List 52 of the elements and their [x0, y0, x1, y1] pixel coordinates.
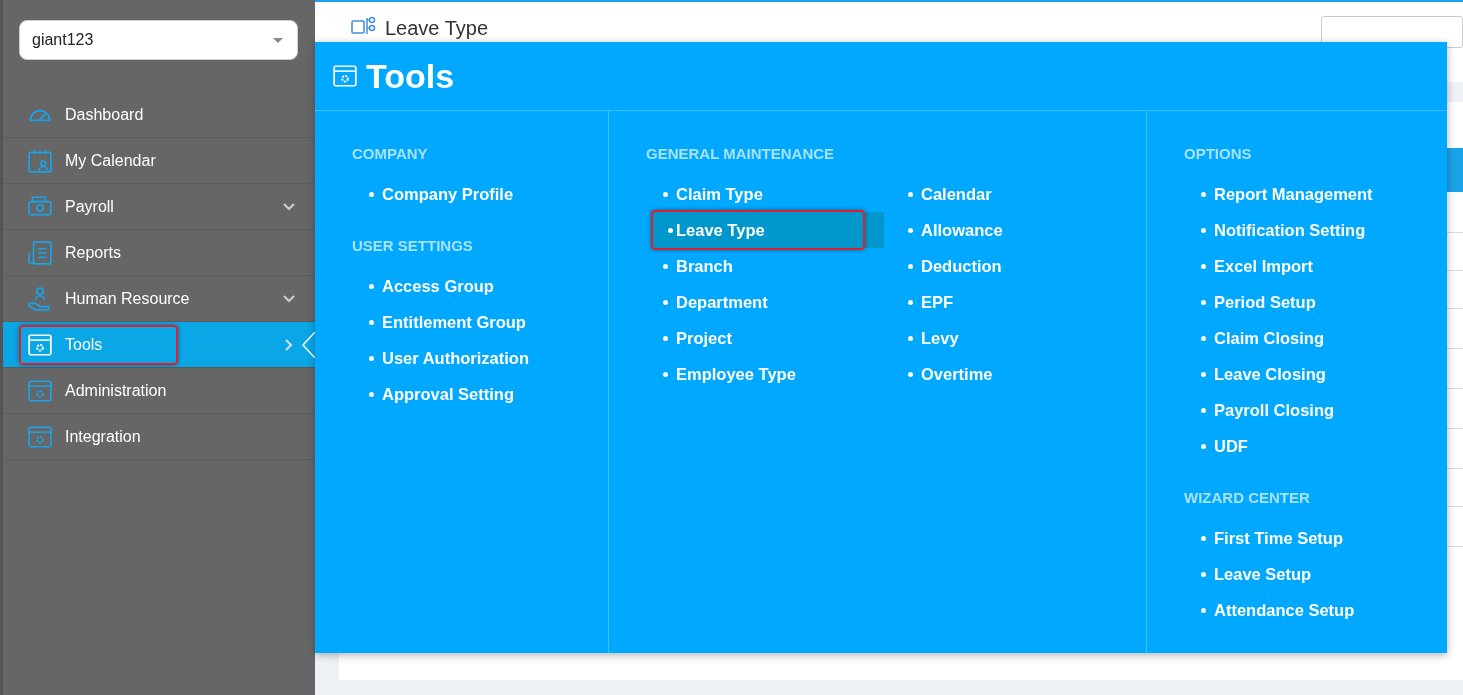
sidebar-item[interactable]: Dashboard [3, 92, 315, 138]
menu-link[interactable]: Claim Type [646, 176, 891, 212]
sidebar-item[interactable]: Payroll [3, 184, 315, 230]
menu-link[interactable]: Leave Closing [1184, 356, 1424, 392]
sidebar-item[interactable]: Integration [3, 414, 315, 460]
menu-link[interactable]: Calendar [891, 176, 1111, 212]
menu-link[interactable]: Allowance [891, 212, 1111, 248]
menu-link[interactable]: Approval Setting [352, 376, 592, 412]
menu-link[interactable]: Branch [646, 248, 891, 284]
menu-link[interactable]: UDF [1184, 428, 1424, 464]
section-heading: COMPANY [352, 145, 429, 162]
calendar-icon [27, 147, 53, 174]
settings-window-icon [27, 331, 53, 358]
dropdown-caret-icon [273, 37, 283, 43]
page-title: Leave Type [385, 16, 489, 40]
menu-link[interactable]: Department [646, 284, 891, 320]
menu-link[interactable]: Employee Type [646, 356, 891, 392]
company-select[interactable]: giant123 [19, 20, 298, 60]
menu-link[interactable]: Period Setup [1184, 284, 1424, 320]
menu-link[interactable]: Payroll Closing [1184, 392, 1424, 428]
section-heading: OPTIONS [1184, 145, 1253, 162]
section-heading: GENERAL MAINTENANCE [646, 145, 836, 162]
sidebar-item[interactable]: Administration [3, 368, 315, 414]
settings-window-icon [27, 423, 53, 450]
section-heading: USER SETTINGS [352, 237, 474, 254]
menu-link[interactable]: Notification Setting [1184, 212, 1424, 248]
menu-link[interactable]: Project [646, 320, 891, 356]
menu-link[interactable]: Levy [891, 320, 1111, 356]
menu-link[interactable]: Report Management [1184, 176, 1424, 212]
chevron-right-icon [285, 338, 293, 351]
sidebar-item[interactable]: Tools [3, 322, 315, 368]
settings-window-icon [27, 377, 53, 404]
menu-link[interactable]: User Authorization [352, 340, 592, 376]
menu-link[interactable]: Excel Import [1184, 248, 1424, 284]
menu-link[interactable]: Deduction [891, 248, 1111, 284]
menu-title: Tools [366, 56, 455, 96]
menu-link[interactable]: Leave Setup [1184, 556, 1424, 592]
flyout-pointer-icon [302, 331, 315, 358]
menu-link[interactable]: Entitlement Group [352, 304, 592, 340]
menu-link[interactable]: Access Group [352, 268, 592, 304]
document-icon [27, 239, 53, 266]
menu-link[interactable]: Company Profile [352, 176, 592, 212]
settings-window-icon [332, 63, 358, 89]
menu-link[interactable]: EPF [891, 284, 1111, 320]
sidebar-item[interactable]: Reports [3, 230, 315, 276]
menu-link[interactable]: Leave Type [651, 212, 884, 248]
menu-link[interactable]: Claim Closing [1184, 320, 1424, 356]
menu-link[interactable]: Overtime [891, 356, 1111, 392]
menu-link[interactable]: First Time Setup [1184, 520, 1424, 556]
sidebar-item[interactable]: My Calendar [3, 138, 315, 184]
menu-link[interactable]: Attendance Setup [1184, 592, 1424, 628]
section-heading: WIZARD CENTER [1184, 489, 1311, 506]
